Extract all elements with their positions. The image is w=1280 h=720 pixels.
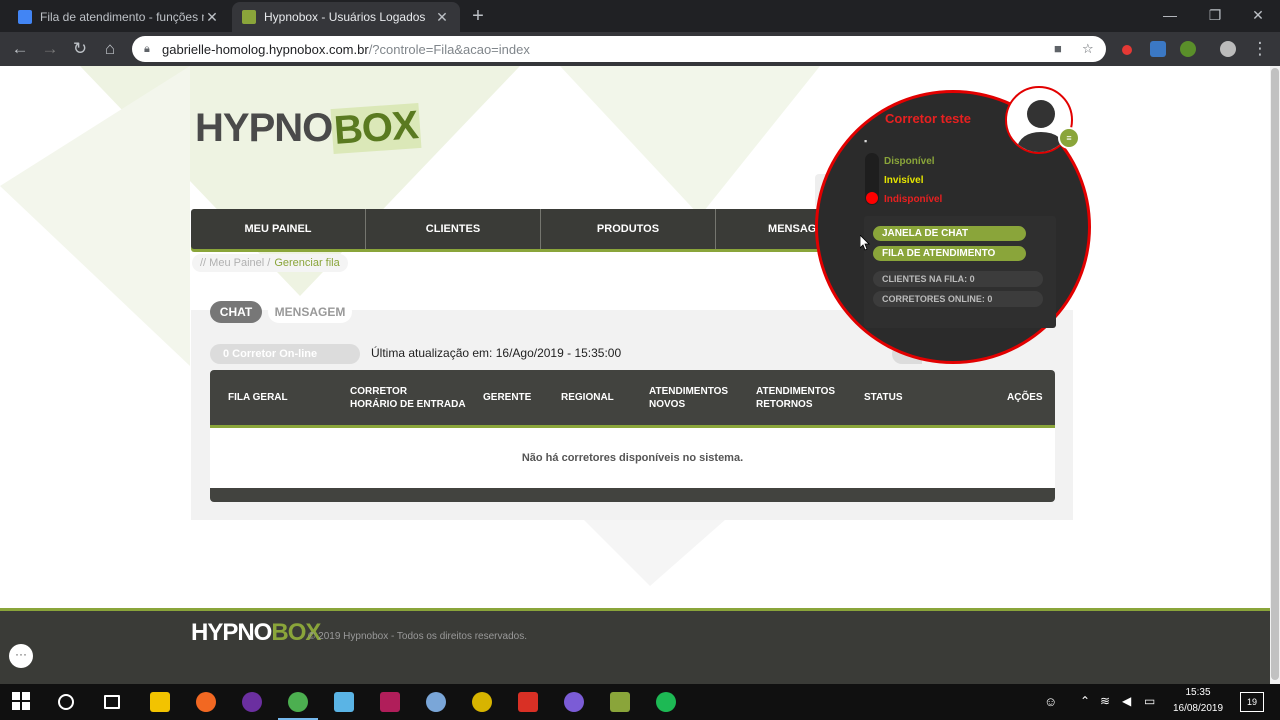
hypnobox-favicon-icon xyxy=(242,10,256,24)
windows-taskbar: ☺ ⌃ ≋ ◀ ▭ 15:35 16/08/2019 19 xyxy=(0,684,1280,720)
docs-icon xyxy=(18,10,32,24)
status-disponivel[interactable]: Disponível xyxy=(884,156,935,167)
janela-de-chat-button[interactable]: JANELA DE CHAT xyxy=(873,226,1026,241)
logo-text-right: BOX xyxy=(330,102,422,155)
col-atendimentos-novos: ATENDIMENTOS NOVOS xyxy=(649,385,729,410)
logo-text-left: HYPNO xyxy=(195,106,333,150)
address-bar[interactable]: 🔒︎ gabrielle-homolog.hypnobox.com.br/?co… xyxy=(132,36,1106,62)
breadcrumb: // Meu Painel / Gerenciar fila xyxy=(192,254,348,272)
chat-badge-icon[interactable]: ≡ xyxy=(1058,127,1080,149)
col-atendimentos-retornos: ATENDIMENTOS RETORNOS xyxy=(756,385,836,410)
notification-count: 19 xyxy=(1246,697,1257,707)
corretores-online-info: CORRETORES ONLINE: 0 xyxy=(873,291,1043,307)
browser-tabstrip: Fila de atendimento - funções m ✕ Hypnob… xyxy=(0,0,1280,32)
tab-chat[interactable]: CHAT xyxy=(210,301,262,323)
logo-text-left: HYPNO xyxy=(191,619,272,646)
url-host: gabrielle-homolog.hypnobox.com.br xyxy=(162,41,369,57)
footer-copyright: © 2019 Hypnobox - Todos os direitos rese… xyxy=(308,631,527,642)
task-view-icon[interactable] xyxy=(104,695,120,709)
chat-widget-button[interactable]: ··· xyxy=(9,644,33,668)
site-footer: HYPNO BOX © 2019 Hypnobox - Todos os dir… xyxy=(0,608,1270,684)
status-indisponivel[interactable]: Indisponível xyxy=(884,194,942,205)
volume-icon[interactable]: ◀ xyxy=(1122,694,1131,708)
browser-toolbar: ← → ↻ ⌂ 🔒︎ gabrielle-homolog.hypnobox.co… xyxy=(0,32,1280,66)
popup-user-name: Corretor teste xyxy=(885,111,971,126)
winrar-icon[interactable] xyxy=(380,692,400,712)
breadcrumb-current: Gerenciar fila xyxy=(274,257,340,269)
queue-table-header: FILA GERAL CORRETOR HORÁRIO DE ENTRADA GE… xyxy=(210,370,1055,428)
record-extension-icon[interactable] xyxy=(1122,45,1132,55)
camera-icon[interactable]: ■ xyxy=(1054,41,1062,56)
queue-table-empty: Não há corretores disponíveis no sistema… xyxy=(210,428,1055,488)
wifi-icon[interactable]: ≋ xyxy=(1100,694,1110,708)
col-status: STATUS xyxy=(864,392,903,403)
clock-date[interactable]: 16/08/2019 xyxy=(1166,703,1230,714)
search-icon[interactable] xyxy=(58,694,74,710)
lock-icon: 🔒︎ xyxy=(144,43,150,55)
close-window-icon[interactable]: ✕ xyxy=(1238,0,1278,30)
main-navbar: MEU PAINEL CLIENTES PRODUTOS MENSAGENS xyxy=(191,209,891,249)
col-corretor: CORRETOR HORÁRIO DE ENTRADA xyxy=(350,385,466,410)
nav-produtos[interactable]: PRODUTOS xyxy=(541,209,716,249)
extension-icon[interactable] xyxy=(1180,41,1196,57)
spotify-icon[interactable] xyxy=(656,692,676,712)
status-indicator-dot[interactable] xyxy=(866,192,878,204)
chrome-icon[interactable] xyxy=(288,692,308,712)
language-icon[interactable]: ▭ xyxy=(1144,694,1155,708)
col-fila-geral: FILA GERAL xyxy=(228,392,288,403)
new-tab-button[interactable]: + xyxy=(466,4,490,28)
chevron-up-icon[interactable]: ⌃ xyxy=(1080,694,1090,708)
clientes-na-fila-info: CLIENTES NA FILA: 0 xyxy=(873,271,1043,287)
home-icon[interactable]: ⌂ xyxy=(98,37,122,61)
queue-table-footer xyxy=(210,488,1055,502)
mail-icon[interactable] xyxy=(518,692,538,712)
nav-meu-painel[interactable]: MEU PAINEL xyxy=(191,209,366,249)
scroll-thumb[interactable] xyxy=(1271,68,1279,680)
close-icon[interactable]: ✕ xyxy=(434,9,450,26)
profile-avatar-icon[interactable] xyxy=(1220,41,1236,57)
col-acoes: AÇÕES xyxy=(1007,392,1043,403)
col-regional: REGIONAL xyxy=(561,392,614,403)
people-icon[interactable]: ☺ xyxy=(1044,694,1057,709)
app-icon[interactable] xyxy=(610,692,630,712)
close-icon[interactable]: ✕ xyxy=(204,9,220,26)
tab-title: Hypnobox - Usuários Logados xyxy=(264,10,426,24)
mouse-cursor-icon xyxy=(860,235,870,251)
notification-center-icon[interactable]: 19 xyxy=(1240,692,1264,712)
clock-time[interactable]: 15:35 xyxy=(1170,687,1226,698)
status-invisivel[interactable]: Invisível xyxy=(884,175,923,186)
reload-icon[interactable]: ↻ xyxy=(68,37,92,61)
back-icon[interactable]: ← xyxy=(8,37,32,61)
tab-title: Fila de atendimento - funções m xyxy=(40,10,204,24)
file-explorer-icon[interactable] xyxy=(150,692,170,712)
message-icon: ▪ xyxy=(864,136,868,146)
restore-icon[interactable]: ❐ xyxy=(1195,0,1235,30)
url-path: /?controle=Fila&acao=index xyxy=(368,41,530,57)
col-gerente: GERENTE xyxy=(483,392,532,403)
online-count-badge: 0 Corretor On-line xyxy=(210,344,360,364)
extension-icon[interactable] xyxy=(1150,41,1166,57)
footer-logo[interactable]: HYPNO BOX xyxy=(191,619,321,647)
last-update-text: Última atualização em: 16/Ago/2019 - 15:… xyxy=(371,346,622,360)
hypnobox-logo[interactable]: HYPNO BOX xyxy=(195,102,422,155)
app-icon[interactable] xyxy=(334,692,354,712)
browser-tab-fila[interactable]: Fila de atendimento - funções m ✕ xyxy=(8,2,230,32)
forward-icon[interactable]: → xyxy=(38,37,62,61)
bookmark-star-icon[interactable]: ☆ xyxy=(1082,41,1094,57)
slack-icon[interactable] xyxy=(242,692,262,712)
nav-clientes[interactable]: CLIENTES xyxy=(366,209,541,249)
page-scrollbar[interactable] xyxy=(1270,66,1280,684)
app-icon[interactable] xyxy=(472,692,492,712)
fila-de-atendimento-button[interactable]: FILA DE ATENDIMENTO xyxy=(873,246,1026,261)
menu-dots-icon[interactable]: ⋮ xyxy=(1248,37,1272,61)
breadcrumb-prefix[interactable]: // Meu Painel / xyxy=(200,257,270,269)
tab-mensagem[interactable]: MENSAGEM xyxy=(268,301,352,323)
browser-tab-hypnobox[interactable]: Hypnobox - Usuários Logados ✕ xyxy=(232,2,460,32)
app-icon[interactable] xyxy=(196,692,216,712)
web-page: HYPNO BOX MEU PAINEL CLIENTES PRODUTOS M… xyxy=(0,66,1270,684)
minimize-icon[interactable]: — xyxy=(1150,0,1190,30)
app-icon[interactable] xyxy=(426,692,446,712)
app-icon[interactable] xyxy=(564,692,584,712)
windows-start-icon[interactable] xyxy=(12,692,32,712)
